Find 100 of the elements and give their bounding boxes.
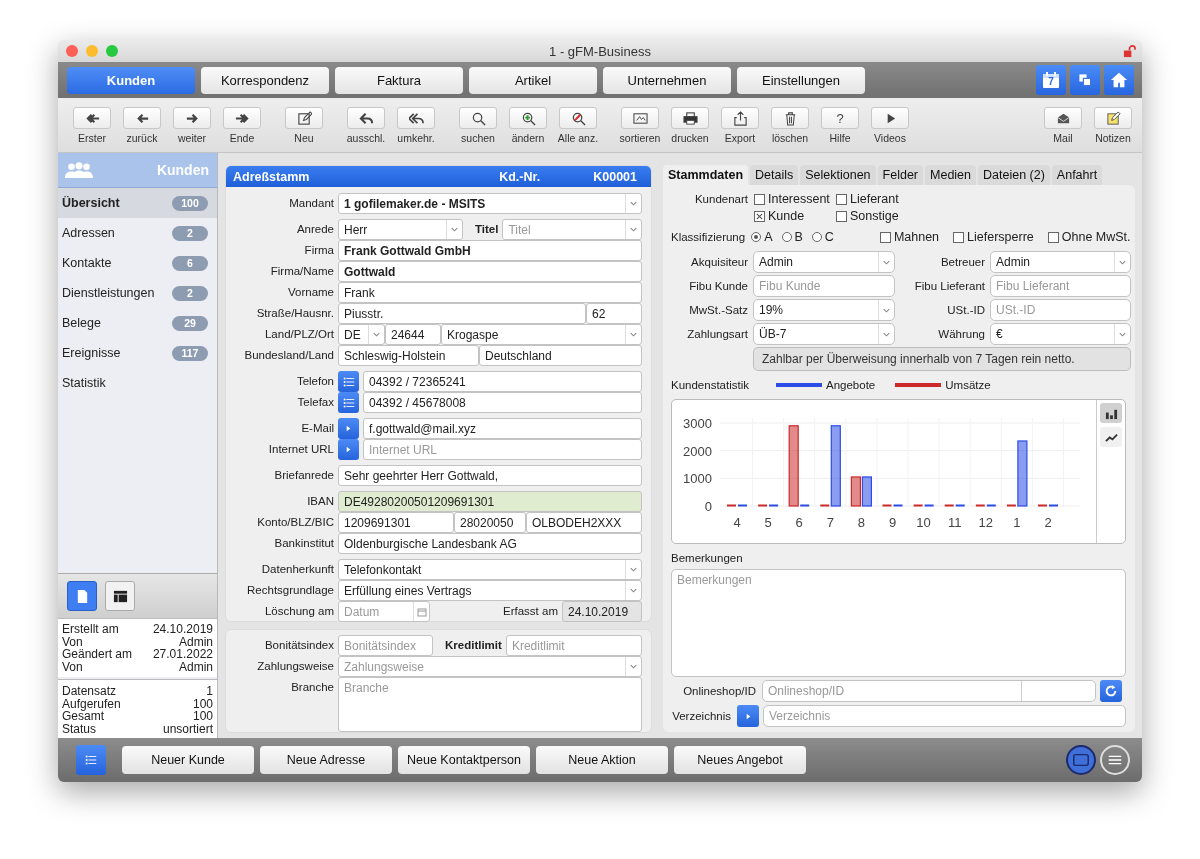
- sidebar-item[interactable]: Ereignisse 117: [58, 338, 217, 368]
- text-field[interactable]: 62: [586, 303, 642, 324]
- dropdown-field[interactable]: Krogaspe: [441, 324, 642, 345]
- checkbox[interactable]: Interessent: [754, 191, 836, 208]
- dropdown-field[interactable]: Telefonkontakt: [338, 559, 642, 580]
- toolbar-button[interactable]: Ende: [217, 107, 267, 144]
- text-field[interactable]: 1209691301: [338, 512, 454, 533]
- text-field[interactable]: 04392 / 72365241: [363, 371, 642, 392]
- tab[interactable]: Felder: [877, 165, 923, 185]
- radio-button[interactable]: B: [781, 228, 803, 246]
- dropdown-field[interactable]: Erfüllung eines Vertrags: [338, 580, 642, 601]
- sidebar-item[interactable]: Kontakte 6: [58, 248, 217, 278]
- toolbar-button[interactable]: drucken: [665, 107, 715, 144]
- tab[interactable]: Medien: [925, 165, 976, 185]
- dropdown-field[interactable]: 1 gofilemaker.de - MSITS: [338, 193, 642, 214]
- sidebar-item[interactable]: Dienstleistungen 2: [58, 278, 217, 308]
- action-button[interactable]: Neue Adresse: [260, 746, 392, 774]
- text-field[interactable]: 24.10.2019: [562, 601, 642, 622]
- tab[interactable]: Anfahrt: [1051, 165, 1103, 185]
- toolbar-button[interactable]: ausschl.: [341, 107, 391, 144]
- toolbar-button[interactable]: sortieren: [615, 107, 665, 144]
- sidebar-item[interactable]: Belege 29: [58, 308, 217, 338]
- action-button[interactable]: Neuer Kunde: [122, 746, 254, 774]
- dropdown-field[interactable]: Herr: [338, 219, 463, 240]
- close-button[interactable]: [66, 45, 78, 57]
- calendar-button[interactable]: 7: [1036, 65, 1066, 95]
- toolbar-button[interactable]: Videos: [865, 107, 915, 144]
- sidebar-item[interactable]: Statistik: [58, 368, 217, 398]
- windows-button[interactable]: [1070, 65, 1100, 95]
- list-button[interactable]: [338, 392, 359, 413]
- nav-tab[interactable]: Unternehmen: [603, 66, 731, 94]
- dropdown-field[interactable]: Admin: [753, 251, 895, 273]
- toolbar-button[interactable]: Alle anz.: [553, 107, 603, 144]
- refresh-button[interactable]: [1100, 680, 1122, 702]
- nav-tab[interactable]: Artikel: [469, 66, 597, 94]
- text-field[interactable]: 28020050: [454, 512, 526, 533]
- nav-tab[interactable]: Faktura: [335, 66, 463, 94]
- toolbar-button[interactable]: umkehr.: [391, 107, 441, 144]
- checkbox[interactable]: Mahnen: [879, 228, 940, 246]
- checkbox[interactable]: Liefersperre: [953, 228, 1034, 246]
- toolbar-button[interactable]: ? Hilfe: [815, 107, 865, 144]
- refresh-icon: [1104, 684, 1118, 698]
- action-button[interactable]: Neues Angebot: [674, 746, 806, 774]
- field-label: Bemerkungen: [671, 551, 744, 566]
- action-button[interactable]: Neue Kontaktperson: [398, 746, 530, 774]
- text-field[interactable]: Oldenburgische Landesbank AG: [338, 533, 642, 554]
- nav-tab[interactable]: Kunden: [67, 66, 195, 94]
- text-field[interactable]: Frank Gottwald GmbH: [338, 240, 642, 261]
- view-button[interactable]: [105, 581, 135, 611]
- open-button[interactable]: [338, 439, 359, 460]
- dropdown-field[interactable]: €: [990, 323, 1131, 345]
- radio-button[interactable]: A: [751, 228, 773, 246]
- toolbar-button[interactable]: ändern: [503, 107, 553, 144]
- text-field[interactable]: Gottwald: [338, 261, 642, 282]
- chart-mode-button[interactable]: [1100, 427, 1122, 447]
- nav-tab[interactable]: Korrespondenz: [201, 66, 329, 94]
- dropdown-field[interactable]: DE: [338, 324, 385, 345]
- list-button[interactable]: [76, 745, 106, 775]
- radio-button[interactable]: C: [811, 228, 834, 246]
- tab[interactable]: Selektionen: [800, 165, 876, 185]
- sidebar-item[interactable]: Adressen 2: [58, 218, 217, 248]
- toolbar-button[interactable]: Mail: [1038, 107, 1088, 144]
- toolbar-button[interactable]: Notizen: [1088, 107, 1138, 144]
- open-button[interactable]: [737, 705, 759, 727]
- tab[interactable]: Dateien (2): [978, 165, 1050, 185]
- list-button[interactable]: [338, 371, 359, 392]
- checkbox[interactable]: Sonstige: [836, 208, 899, 225]
- toolbar-button[interactable]: Neu: [279, 107, 329, 144]
- action-button[interactable]: Neue Aktion: [536, 746, 668, 774]
- checkbox[interactable]: Ohne MwSt.: [1047, 228, 1131, 246]
- checkbox[interactable]: Kunde: [754, 208, 836, 225]
- text-field[interactable]: Deutschland: [479, 345, 642, 366]
- checkbox[interactable]: Lieferant: [836, 191, 899, 208]
- toolbar-button[interactable]: löschen: [765, 107, 815, 144]
- toolbar-button[interactable]: suchen: [453, 107, 503, 144]
- text-field[interactable]: 04392 / 45678008: [363, 392, 642, 413]
- text-field[interactable]: Frank: [338, 282, 642, 303]
- tab[interactable]: Stammdaten: [663, 165, 749, 185]
- tab[interactable]: Details: [750, 165, 799, 185]
- toolbar-button[interactable]: Export: [715, 107, 765, 144]
- chart-mode-button[interactable]: [1100, 403, 1122, 423]
- open-button[interactable]: [338, 418, 359, 439]
- unlocked-padlock-icon[interactable]: [1123, 44, 1136, 58]
- toolbar-button[interactable]: weiter: [167, 107, 217, 144]
- toolbar-button[interactable]: Erster: [67, 107, 117, 144]
- sidebar-item[interactable]: Übersicht 100: [58, 188, 217, 218]
- text-field[interactable]: Schleswig-Holstein: [338, 345, 479, 366]
- text-field[interactable]: OLBODEH2XXX: [526, 512, 642, 533]
- home-button[interactable]: [1104, 65, 1134, 95]
- nav-tab[interactable]: Einstellungen: [737, 66, 865, 94]
- dropdown-field[interactable]: 19%: [753, 299, 895, 321]
- text-field[interactable]: Sehr geehrter Herr Gottwald,: [338, 465, 642, 486]
- text-field[interactable]: 24644: [385, 324, 441, 345]
- text-field[interactable]: DE49280200501209691301: [338, 491, 642, 512]
- dropdown-field[interactable]: Admin: [990, 251, 1131, 273]
- dropdown-field[interactable]: ÜB-7: [753, 323, 895, 345]
- text-field[interactable]: f.gottwald@mail.xyz: [363, 418, 642, 439]
- layout-mode-button[interactable]: [1066, 745, 1096, 775]
- toolbar-button[interactable]: zurück: [117, 107, 167, 144]
- text-field[interactable]: Piusstr.: [338, 303, 586, 324]
